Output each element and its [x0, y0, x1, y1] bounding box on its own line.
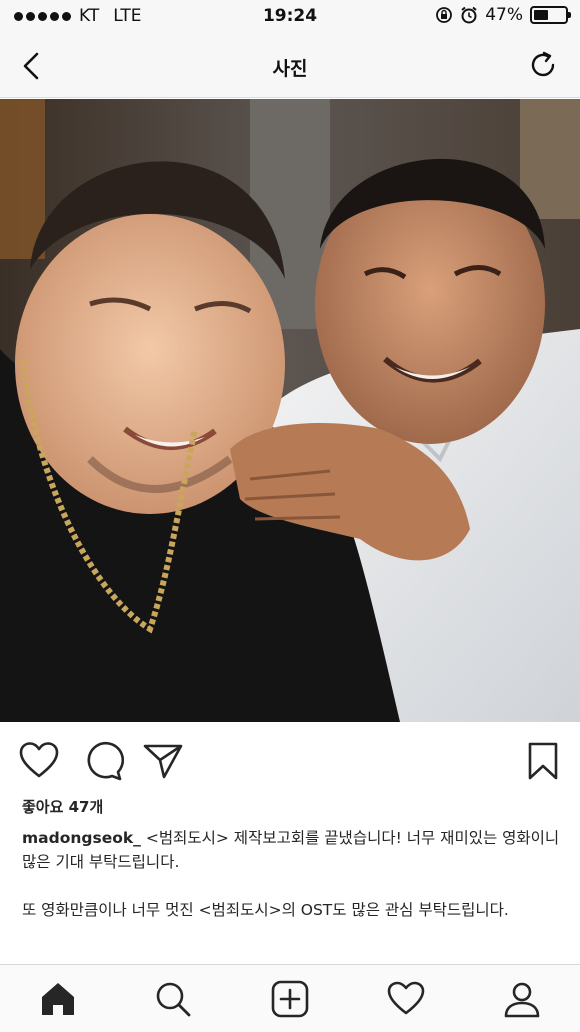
refresh-icon[interactable]: [526, 48, 560, 82]
heart-icon[interactable]: [18, 740, 60, 782]
alarm-icon: [461, 6, 477, 24]
post-username[interactable]: madongseok_: [22, 829, 141, 847]
add-post-icon[interactable]: [270, 979, 310, 1019]
bookmark-icon[interactable]: [522, 740, 564, 782]
page-title: 사진: [272, 58, 308, 80]
status-bar: KT LTE 19:24 47%: [0, 0, 580, 34]
battery-level: [534, 10, 549, 20]
post-photo[interactable]: [0, 99, 580, 722]
profile-icon[interactable]: [502, 979, 542, 1019]
home-icon[interactable]: [38, 979, 78, 1019]
post-caption: madongseok_ <범죄도시> 제작보고회를 끝냈습니다! 너무 재미있는…: [22, 826, 562, 874]
like-count[interactable]: 좋아요 47개: [22, 796, 103, 817]
rotation-lock-icon: [436, 7, 453, 23]
post-photo-image: [0, 99, 580, 722]
nav-bar: 사진: [0, 34, 580, 98]
comment-icon[interactable]: [82, 740, 124, 782]
battery-percent: 47%: [485, 5, 523, 25]
battery-icon: [530, 6, 571, 24]
share-icon[interactable]: [142, 740, 184, 782]
tab-bar: [0, 964, 580, 1032]
caption-text-2: 또 영화만큼이나 너무 멋진 <범죄도시>의 OST도 많은 관심 부탁드립니다…: [22, 901, 509, 919]
post-actions: [0, 738, 580, 786]
status-right: 47%: [435, 5, 571, 25]
activity-heart-icon[interactable]: [386, 979, 426, 1019]
search-icon[interactable]: [153, 979, 193, 1019]
